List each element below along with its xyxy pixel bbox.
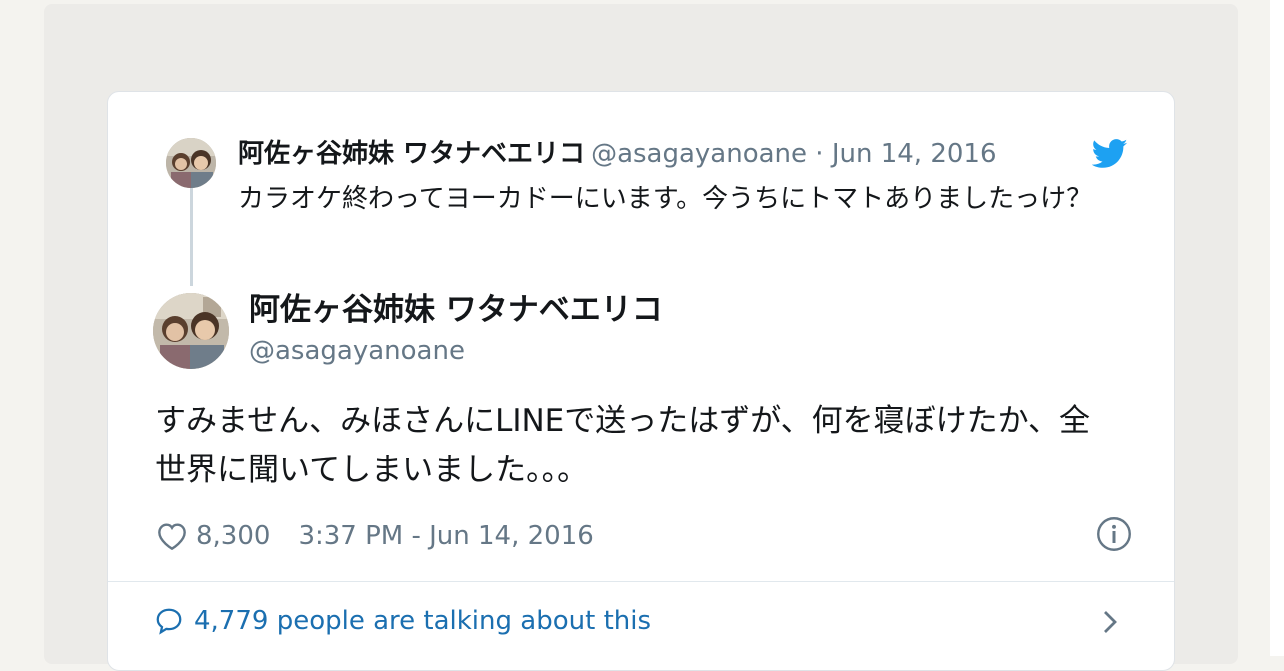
conversation-link[interactable]: 4,779 people are talking about this	[154, 599, 651, 643]
tweet-author-name[interactable]: 阿佐ヶ谷姉妹 ワタナベエリコ	[249, 290, 663, 330]
twitter-bird-icon[interactable]	[1092, 139, 1128, 169]
reply-header: 阿佐ヶ谷姉妹 ワタナベエリコ @asagayanoane · Jun 14, 20…	[238, 134, 997, 174]
tweet-text: すみません、みほさんにLINEで送ったはずが、何を寝ぼけたか、全世界に聞いてしま…	[155, 403, 1091, 488]
author-avatar-image	[153, 293, 229, 369]
info-icon[interactable]	[1096, 516, 1132, 552]
heart-icon[interactable]	[156, 521, 188, 551]
author-avatar[interactable]	[153, 293, 229, 369]
like-count[interactable]: 8,300	[196, 521, 270, 551]
reply-handle-date[interactable]: @asagayanoane · Jun 14, 2016	[591, 139, 996, 169]
embedded-tweet-card[interactable]: 阿佐ヶ谷姉妹 ワタナベエリコ @asagayanoane · Jun 14, 20…	[107, 91, 1175, 671]
reply-author-name[interactable]: 阿佐ヶ谷姉妹 ワタナベエリコ	[238, 139, 585, 169]
tweet-author-handle[interactable]: @asagayanoane	[249, 333, 465, 369]
card-divider	[108, 581, 1174, 582]
speech-bubble-icon	[156, 608, 182, 635]
tweet-timestamp[interactable]: 3:37 PM - Jun 14, 2016	[298, 521, 593, 551]
reply-avatar[interactable]	[166, 138, 216, 188]
right-edge-strip	[1270, 0, 1284, 656]
reply-tweet-text: カラオケ終わってヨーカドーにいます。今うちにトマトありましたっけ？	[238, 184, 1093, 214]
tweet-stats-row: 8,300 3:37 PM - Jun 14, 2016	[156, 514, 594, 558]
reply-avatar-image	[166, 138, 216, 188]
thread-connector-line	[190, 188, 193, 286]
conversation-link-label[interactable]: 4,779 people are talking about this	[194, 606, 651, 636]
chevron-right-icon[interactable]	[1098, 607, 1122, 637]
